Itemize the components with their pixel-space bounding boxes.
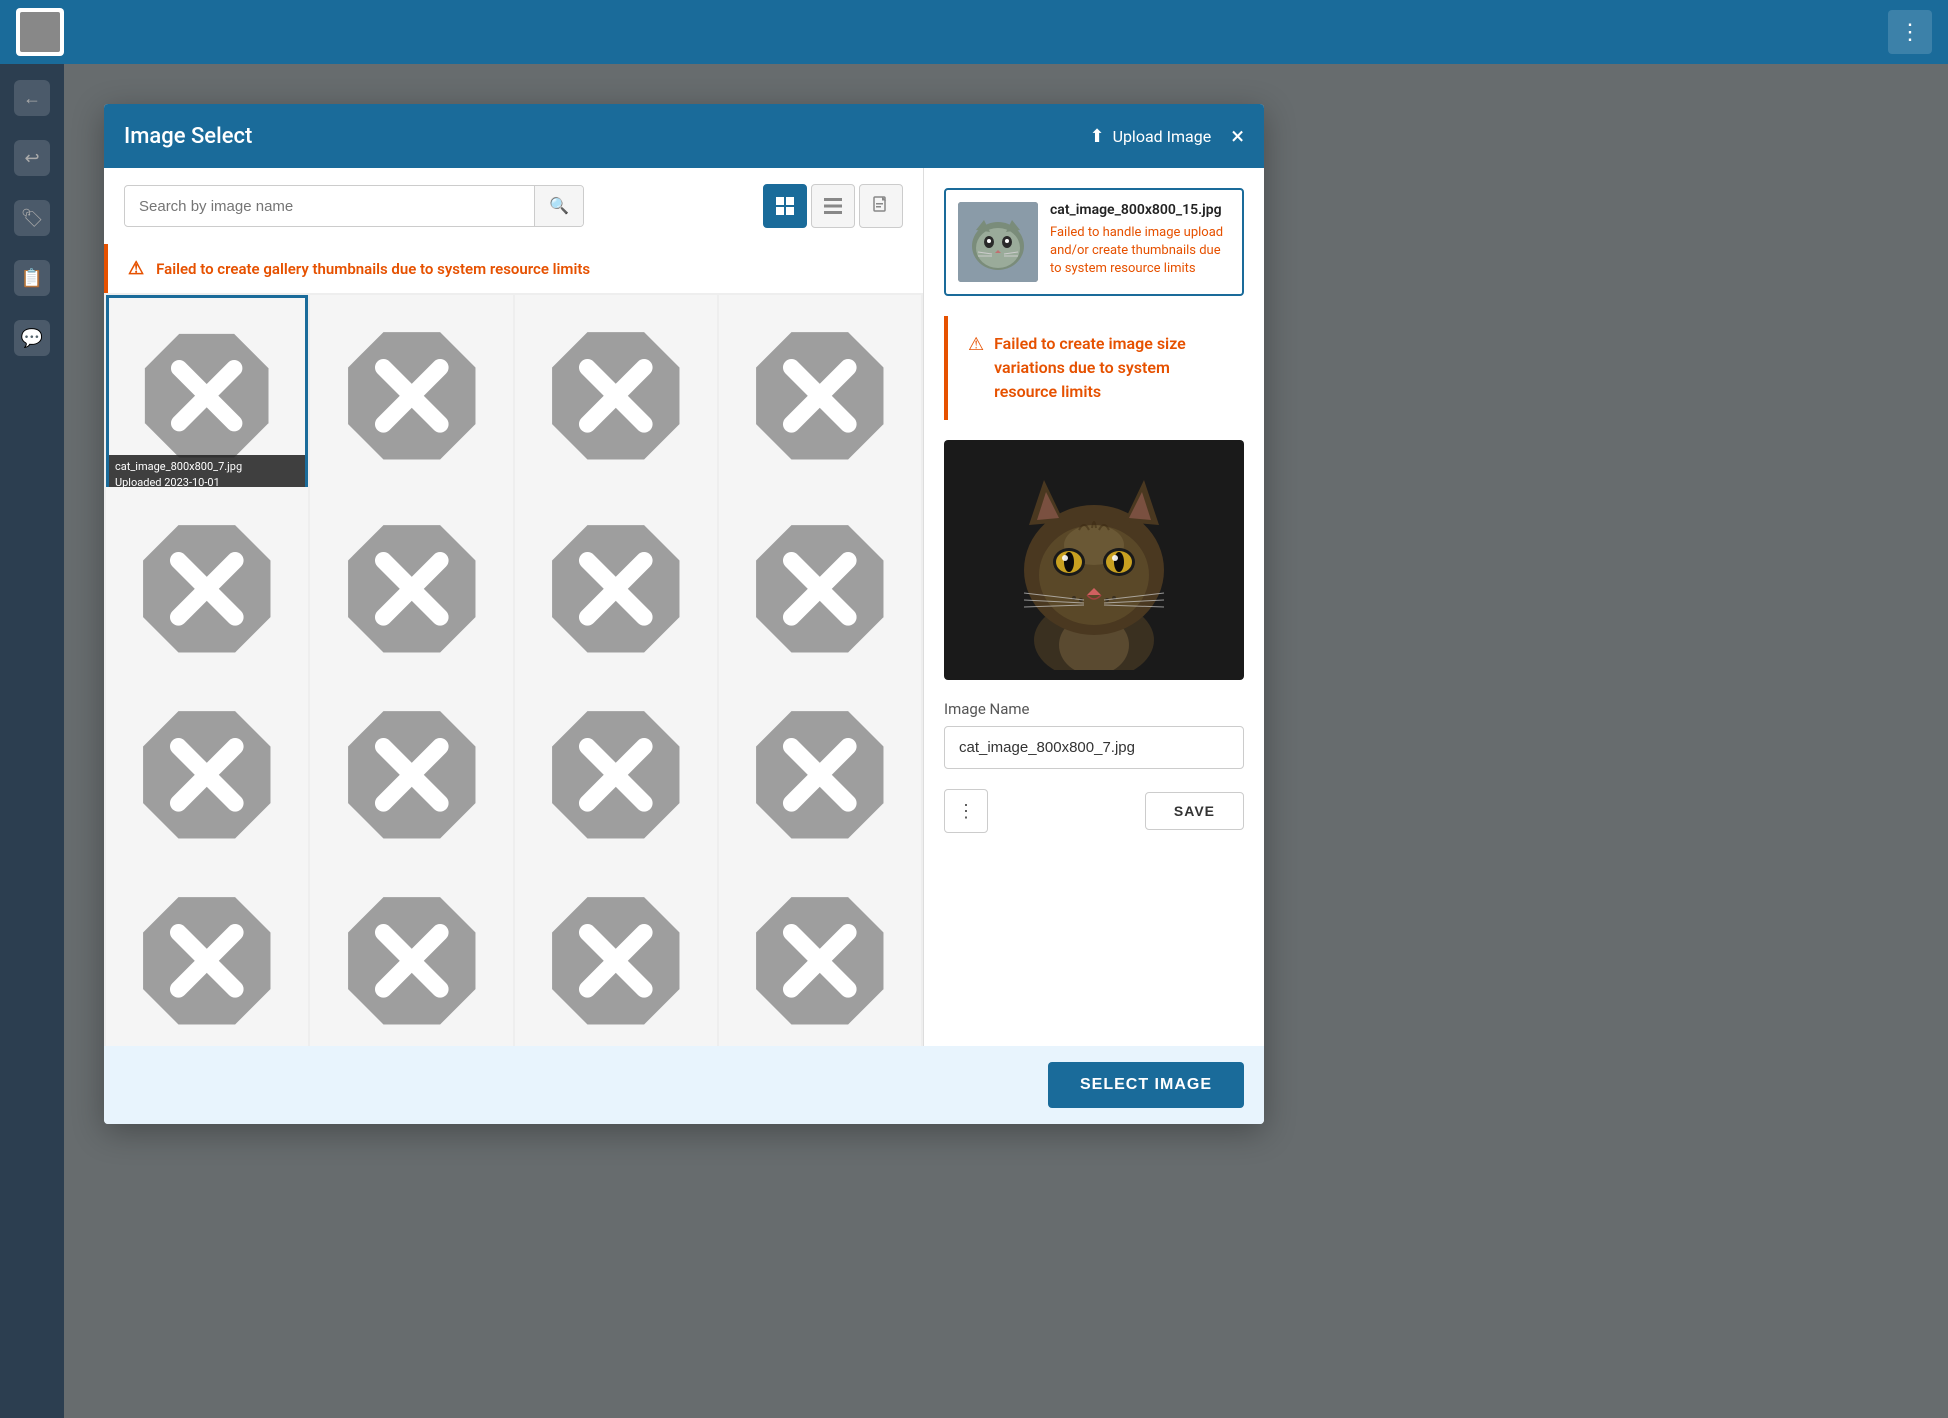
upload-info: cat_image_800x800_15.jpg Failed to handl… [1050,202,1230,279]
gallery-item[interactable] [106,860,308,1046]
more-options-icon: ⋮ [957,801,975,822]
right-panel: cat_image_800x800_15.jpg Failed to handl… [924,168,1264,1046]
error-thumbnail [136,704,278,846]
modal-overlay: Image Select ⬆ Upload Image × 🔍 [64,64,1948,1418]
error-thumbnail [136,518,278,660]
file-view-button[interactable] [859,184,903,228]
select-image-button[interactable]: SELECT IMAGE [1048,1062,1244,1108]
size-variation-error: ⚠ Failed to create image size variations… [944,316,1244,420]
search-button[interactable]: 🔍 [534,186,583,226]
sidebar-undo-icon[interactable]: ↩ [14,140,50,176]
gallery-error-message: Failed to create gallery thumbnails due … [156,260,590,278]
upload-preview-card: cat_image_800x800_15.jpg Failed to handl… [944,188,1244,296]
image-name-input[interactable] [944,726,1244,769]
upload-icon: ⬆ [1089,126,1104,147]
cat-preview-svg [974,450,1214,670]
gallery-item[interactable] [106,674,308,876]
search-input[interactable] [125,188,534,225]
gallery-item[interactable] [310,487,512,689]
size-error-text: Failed to create image size variations d… [994,332,1224,404]
error-thumbnail [545,325,687,467]
gallery-item[interactable] [310,674,512,876]
file-icon [871,196,891,216]
sidebar: ← ↩ 🏷 📋 💬 [0,64,64,1418]
modal-footer: SELECT IMAGE [104,1046,1264,1124]
error-thumbnail [749,890,891,1032]
search-bar: 🔍 [104,168,923,244]
more-options-button[interactable]: ⋮ [944,789,988,833]
gallery-item[interactable] [106,487,308,689]
gallery-item[interactable] [719,674,921,876]
gallery-item[interactable] [515,487,717,689]
gallery-grid: cat_image_800x800_7.jpg Uploaded 2023-10… [104,293,923,1046]
list-icon [823,196,843,216]
sidebar-chat-icon[interactable]: 💬 [14,320,50,356]
image-select-modal: Image Select ⬆ Upload Image × 🔍 [104,104,1264,1124]
gallery-item[interactable]: cat_image_800x800_7.jpg Uploaded 2023-10… [106,295,308,497]
error-thumbnail [545,704,687,846]
error-thumbnail [749,325,891,467]
gallery-item[interactable] [515,674,717,876]
upload-label: Upload Image [1113,127,1212,146]
warning-icon: ⚠ [128,258,144,279]
upload-image-button[interactable]: ⬆ Upload Image [1089,126,1211,147]
gallery-item[interactable] [310,860,512,1046]
upload-filename: cat_image_800x800_15.jpg [1050,202,1230,218]
gallery-item[interactable] [719,295,921,497]
modal-body: 🔍 [104,168,1264,1046]
error-thumbnail [341,704,483,846]
gallery-filename: cat_image_800x800_7.jpg [115,459,299,474]
gallery-item[interactable] [515,295,717,497]
sidebar-back-icon[interactable]: ← [14,80,50,116]
error-thumbnail [545,890,687,1032]
grid-view-button[interactable] [763,184,807,228]
top-bar: ⋮ [0,0,1948,64]
modal-title: Image Select [124,124,1089,149]
error-thumbnail [749,704,891,846]
gallery-item[interactable] [310,295,512,497]
menu-icon[interactable]: ⋮ [1888,10,1932,54]
error-thumbnail [545,518,687,660]
error-thumbnail [341,890,483,1032]
list-view-button[interactable] [811,184,855,228]
error-thumbnail [136,890,278,1032]
gallery-error-banner: ⚠ Failed to create gallery thumbnails du… [104,244,923,293]
gallery-item[interactable] [719,487,921,689]
modal-close-button[interactable]: × [1231,124,1244,148]
sidebar-tag-icon[interactable]: 🏷 [14,200,50,236]
error-thumbnail [749,518,891,660]
left-panel: 🔍 [104,168,924,1046]
size-error-warning-icon: ⚠ [968,334,984,355]
sidebar-clipboard-icon[interactable]: 📋 [14,260,50,296]
error-thumbnail [138,327,275,464]
upload-error-message: Failed to handle image upload and/or cre… [1050,224,1230,279]
modal-header: Image Select ⬆ Upload Image × [104,104,1264,168]
cat-image-preview [944,440,1244,680]
search-input-wrap: 🔍 [124,185,584,227]
action-row: ⋮ SAVE [944,789,1244,833]
app-logo [16,8,64,56]
gallery-item[interactable] [515,860,717,1046]
gallery-item[interactable] [719,860,921,1046]
error-thumbnail [341,325,483,467]
error-thumbnail [341,518,483,660]
upload-thumbnail [958,202,1038,282]
grid-icon [775,196,795,216]
view-toggle [763,184,903,228]
save-button[interactable]: SAVE [1145,792,1244,830]
image-name-label: Image Name [944,700,1244,718]
